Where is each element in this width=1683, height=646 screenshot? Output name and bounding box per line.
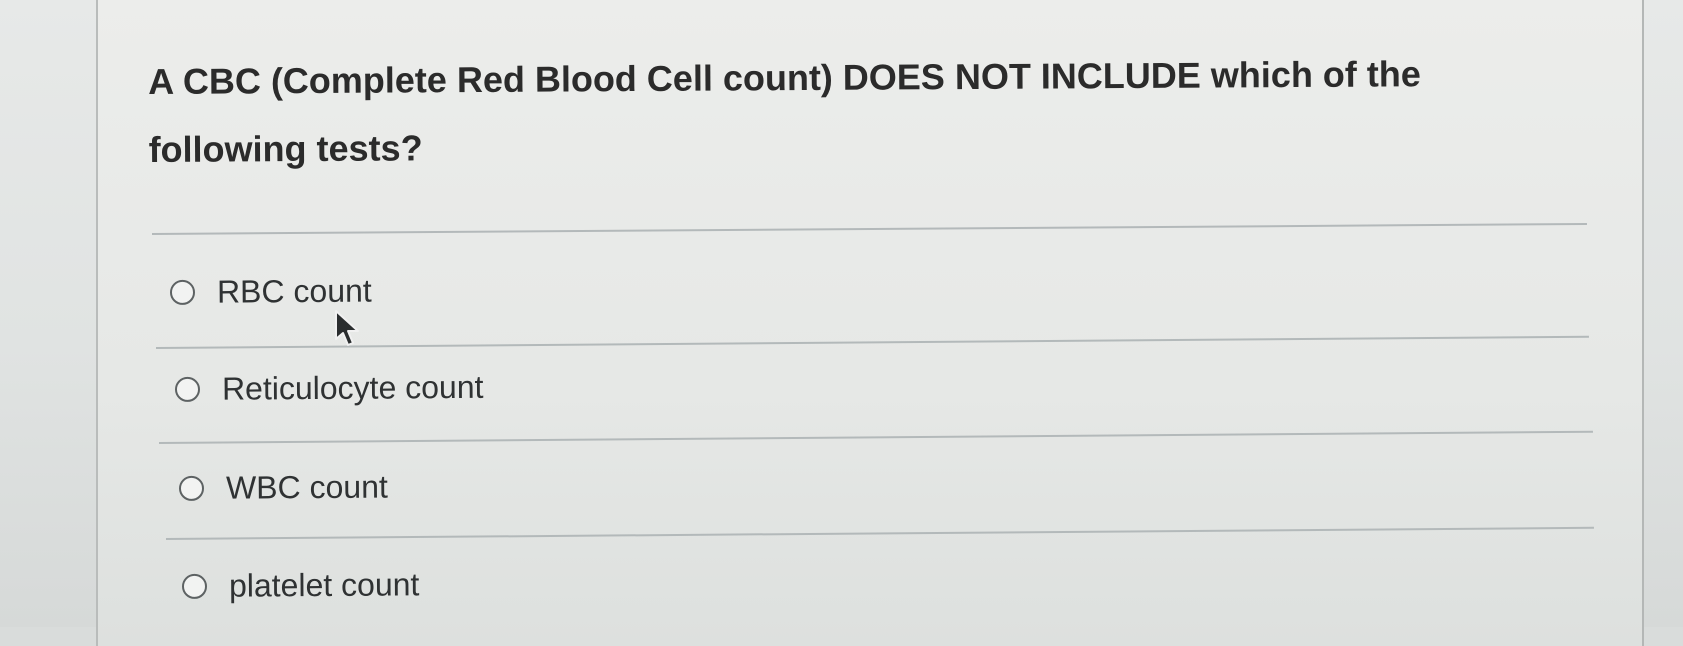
choice-label: RBC count (216, 272, 372, 310)
page-background: A CBC (Complete Red Blood Cell count) DO… (0, 0, 1683, 646)
radio-button[interactable] (174, 376, 201, 402)
choice-label: Reticulocyte count (221, 368, 484, 407)
radio-button[interactable] (169, 279, 196, 305)
answer-choices: RBC count Reticulocyte count WBC count p… (0, 0, 1683, 627)
choice-wbc-count[interactable]: WBC count (178, 468, 388, 507)
choice-rbc-count[interactable]: RBC count (169, 272, 372, 311)
arrow-pointer-icon (335, 310, 359, 346)
choice-label: WBC count (225, 468, 388, 506)
radio-button[interactable] (178, 475, 205, 501)
choice-reticulocyte-count[interactable]: Reticulocyte count (174, 368, 484, 408)
choice-platelet-count[interactable]: platelet count (181, 566, 420, 605)
radio-button[interactable] (181, 573, 208, 599)
choice-label: platelet count (228, 566, 420, 604)
